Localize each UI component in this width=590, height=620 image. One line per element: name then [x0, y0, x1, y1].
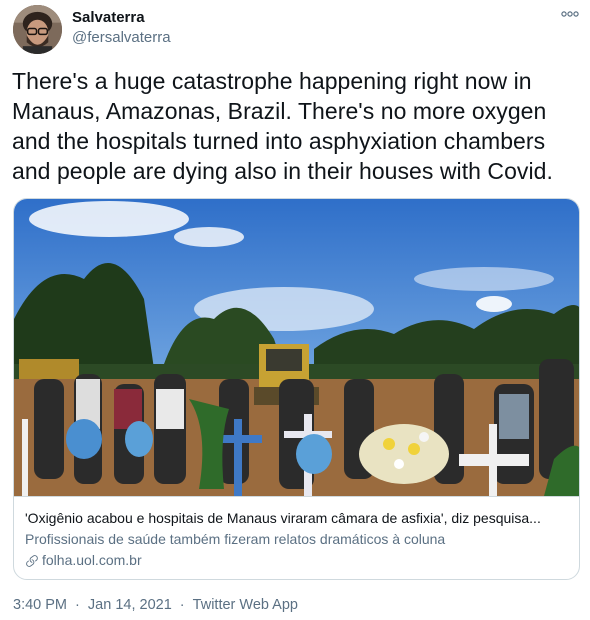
card-domain[interactable]: folha.uol.com.br [25, 551, 570, 570]
card-image[interactable] [14, 199, 579, 496]
avatar[interactable] [13, 5, 62, 54]
tweet-source[interactable]: Twitter Web App [193, 595, 298, 615]
meta-separator: · [75, 597, 80, 613]
link-card[interactable]: 'Oxigênio acabou e hospitais de Manaus v… [13, 198, 580, 580]
burial-photo-icon [14, 199, 579, 496]
tweet-header: Salvaterra @fersalvaterra [12, 4, 582, 56]
tweet-meta: 3:40 PM · Jan 14, 2021 · Twitter Web App [13, 595, 298, 615]
author-info[interactable]: Salvaterra @fersalvaterra [72, 9, 171, 48]
author-handle[interactable]: @fersalvaterra [72, 28, 171, 48]
card-description: Profissionais de saúde também fizeram re… [25, 531, 446, 547]
link-icon [26, 554, 38, 567]
tweet-text: There's a huge catastrophe happening rig… [12, 68, 553, 184]
avatar-image [13, 5, 62, 54]
tweet-time[interactable]: 3:40 PM [13, 595, 67, 615]
card-domain-text[interactable]: folha.uol.com.br [42, 551, 142, 570]
more-icon[interactable] [560, 7, 580, 21]
author-name[interactable]: Salvaterra [72, 9, 171, 27]
card-body[interactable]: 'Oxigênio acabou e hospitais de Manaus v… [14, 496, 579, 579]
tweet: Salvaterra @fersalvaterra There's a huge… [0, 0, 590, 620]
card-title[interactable]: 'Oxigênio acabou e hospitais de Manaus v… [25, 509, 570, 528]
tweet-date[interactable]: Jan 14, 2021 [88, 595, 172, 615]
meta-separator: · [179, 597, 185, 613]
